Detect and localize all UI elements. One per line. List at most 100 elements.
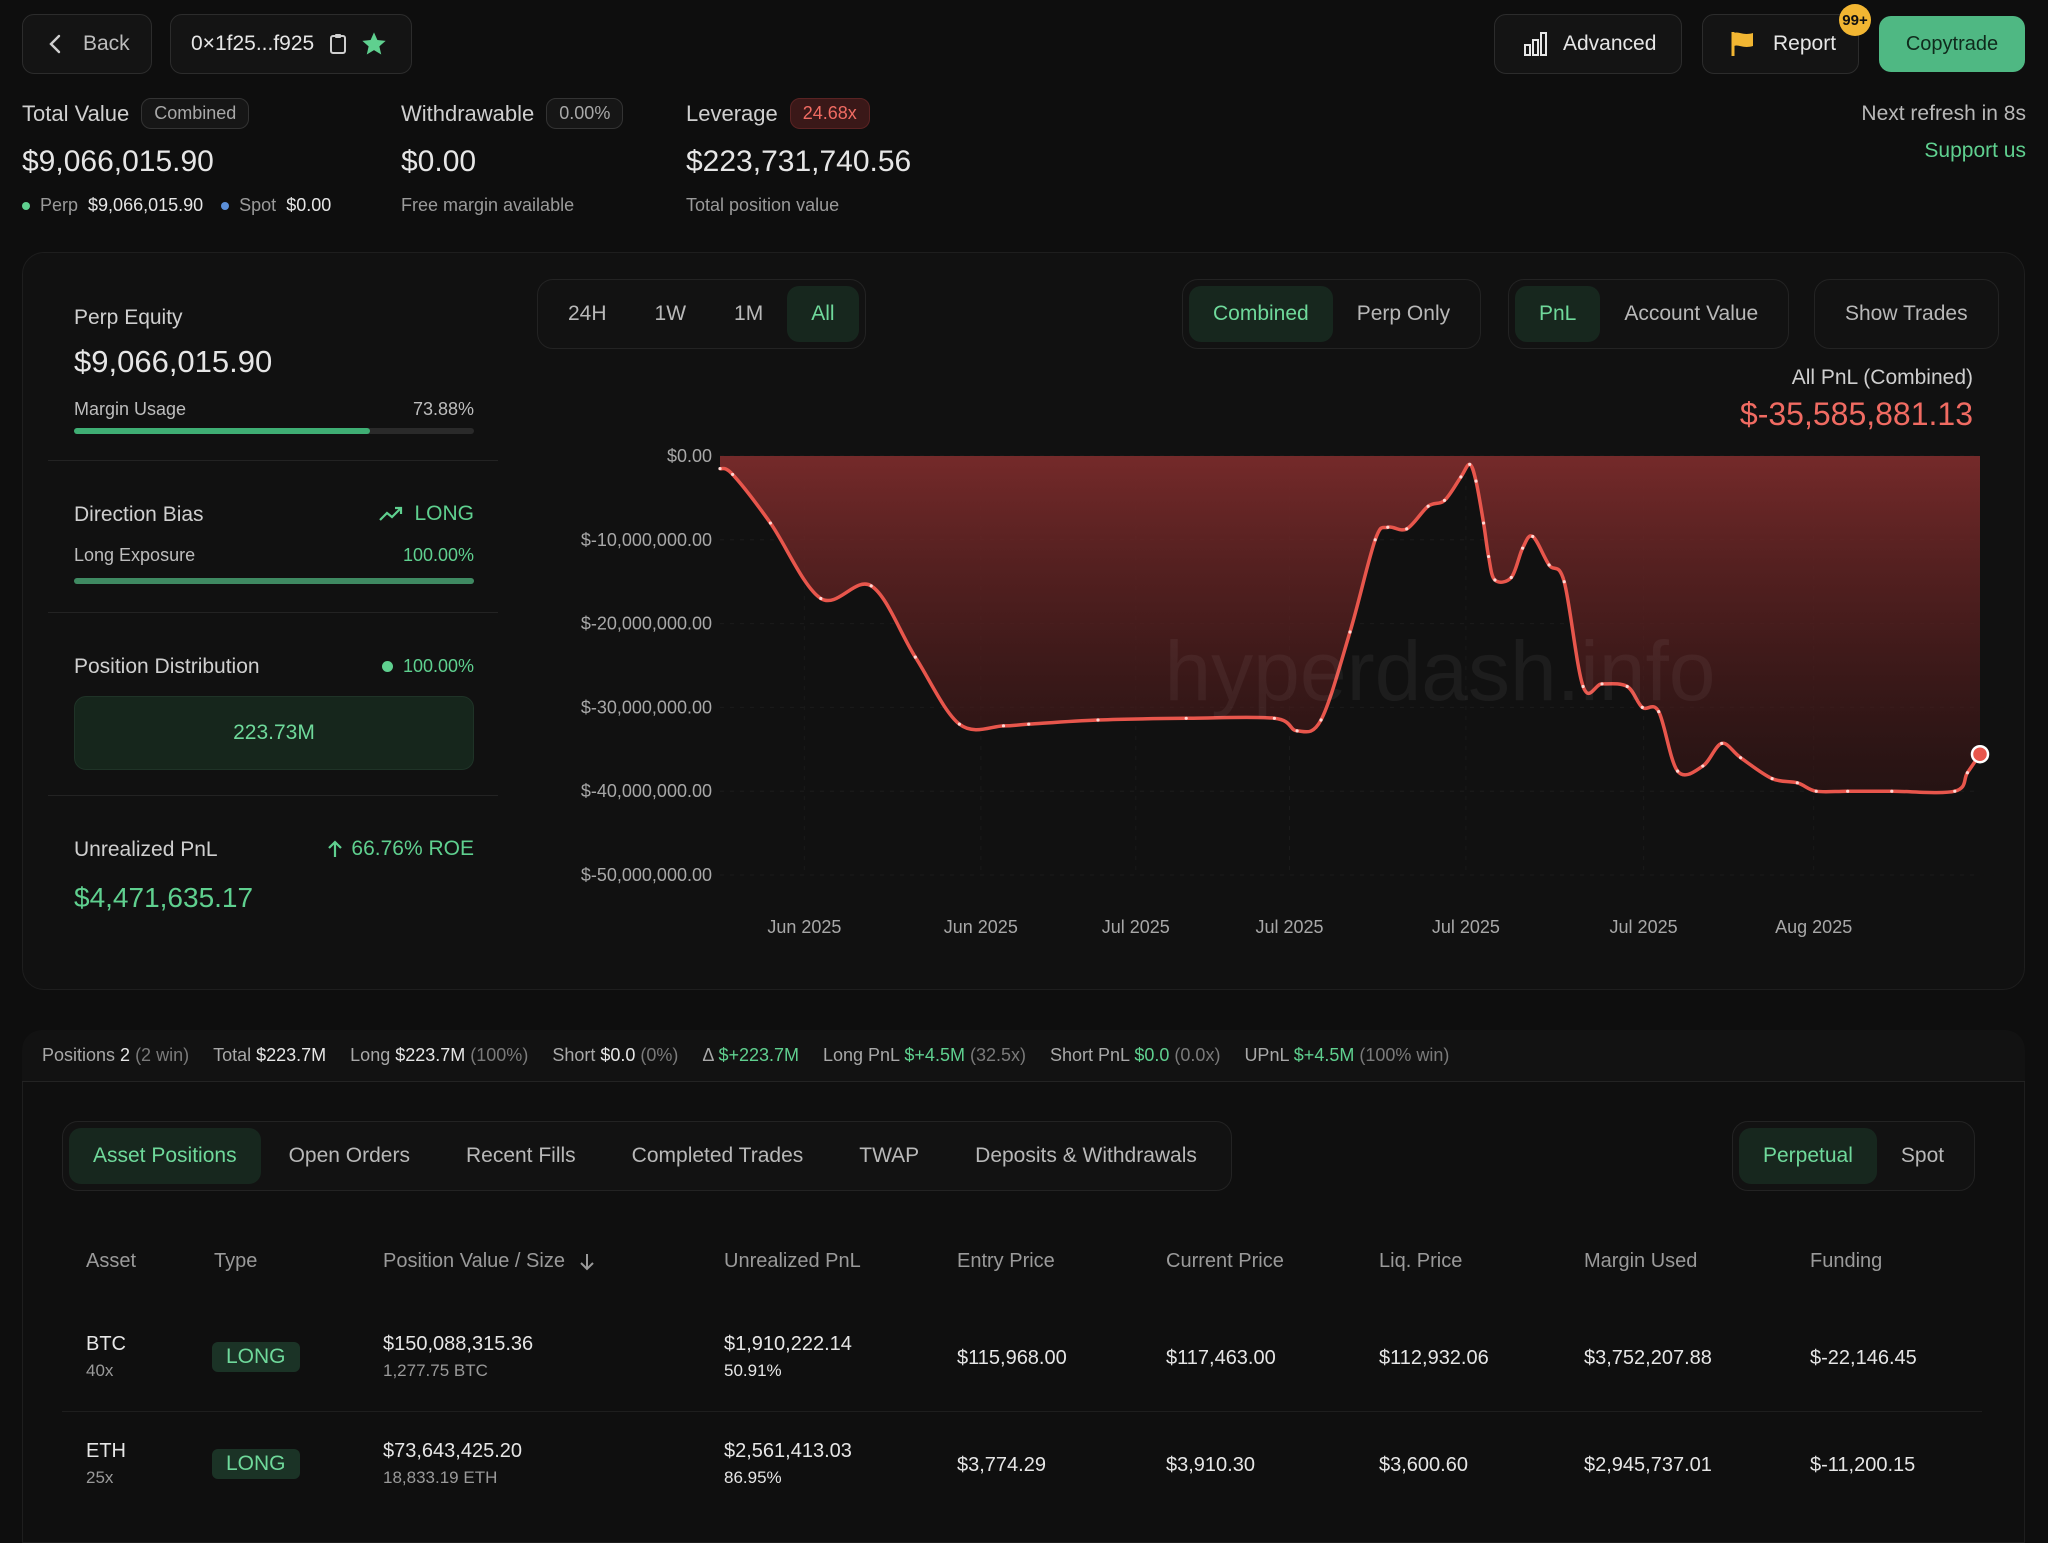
data-point (1487, 554, 1491, 559)
position-value: $150,088,315.36 (383, 1333, 534, 1355)
y-tick-label: $-50,000,000.00 (581, 865, 712, 885)
tab-completed-trades[interactable]: Completed Trades (604, 1128, 832, 1184)
position-distribution-label: Position Distribution (74, 655, 260, 678)
perp-equity-value: $9,066,015.90 (74, 344, 273, 379)
positions-stat-value: $223.7M (395, 1045, 466, 1065)
data-point (1770, 777, 1774, 781)
positions-stat-label: Long PnL (823, 1045, 905, 1065)
data-point (768, 521, 772, 525)
col-entry-price[interactable]: Entry Price (957, 1250, 1055, 1273)
range-all[interactable]: All (787, 286, 859, 342)
data-point (1319, 718, 1323, 722)
col-position-value[interactable]: Position Value / Size (383, 1250, 595, 1273)
positions-stat-value: 2 (120, 1045, 131, 1065)
mode-combined[interactable]: Combined (1189, 286, 1333, 342)
tab-asset-positions[interactable]: Asset Positions (69, 1128, 261, 1184)
copy-icon[interactable] (328, 32, 348, 56)
x-tick-label: Jul 2025 (1610, 917, 1678, 937)
positions-stat-label: Long (350, 1045, 396, 1065)
tab-open-orders[interactable]: Open Orders (261, 1128, 438, 1184)
col-funding[interactable]: Funding (1810, 1250, 1882, 1273)
unrealized-pnl-pct: 86.95% (724, 1468, 782, 1487)
leverage-pill: 24.68x (789, 98, 870, 129)
data-point (1720, 741, 1724, 746)
metric-account-value[interactable]: Account Value (1600, 286, 1782, 342)
copytrade-button[interactable]: Copytrade (1879, 16, 2025, 72)
table-row[interactable]: BTC 40x LONG $150,088,315.36 1,277.75 BT… (62, 1305, 1982, 1412)
withdrawable-block: Withdrawable 0.00% $0.00 Free margin ava… (401, 98, 624, 216)
tab-twap[interactable]: TWAP (831, 1128, 947, 1184)
perp-value: $9,066,015.90 (88, 195, 204, 215)
type-badge: LONG (212, 1342, 300, 1372)
data-point (1890, 789, 1894, 793)
liq-price: $112,932.06 (1379, 1347, 1489, 1369)
copytrade-label: Copytrade (1905, 32, 1999, 55)
data-point (1459, 475, 1463, 479)
positions-stat-value: $+4.5M (1293, 1045, 1355, 1065)
data-point (1521, 546, 1525, 550)
metric-pnl[interactable]: PnL (1515, 286, 1601, 342)
divider (48, 460, 498, 461)
mode-perp-only[interactable]: Perp Only (1333, 286, 1474, 342)
tab-deposits-withdrawals[interactable]: Deposits & Withdrawals (947, 1128, 1225, 1184)
funding: $-22,146.45 (1810, 1347, 1917, 1369)
metric-selector: PnL Account Value (1508, 279, 1790, 349)
margin-used: $3,752,207.88 (1584, 1347, 1712, 1369)
x-tick-label: Jul 2025 (1432, 917, 1500, 937)
market-spot[interactable]: Spot (1877, 1128, 1968, 1184)
support-link[interactable]: Support us (1924, 139, 2026, 163)
trending-up-icon (379, 506, 403, 521)
x-tick-label: Jun 2025 (944, 917, 1018, 937)
unrealized-pnl: $2,561,413.03 (724, 1440, 852, 1462)
margin-usage-bar (74, 428, 474, 434)
y-tick-label: $0.00 (667, 446, 712, 466)
liq-price: $3,600.60 (1379, 1454, 1468, 1476)
col-type[interactable]: Type (214, 1250, 257, 1273)
tab-recent-fills[interactable]: Recent Fills (438, 1128, 604, 1184)
direction-bias-label: Direction Bias (74, 503, 204, 526)
positions-stat: UPnL $+4.5M (100% win) (1244, 1045, 1449, 1066)
col-liq-price[interactable]: Liq. Price (1379, 1250, 1462, 1273)
table-row[interactable]: ETH 25x LONG $73,643,425.20 18,833.19 ET… (62, 1412, 1982, 1519)
total-value: $9,066,015.90 (22, 145, 214, 178)
advanced-button[interactable]: Advanced (1494, 14, 1682, 74)
perp-dot (22, 201, 30, 210)
back-button[interactable]: Back (22, 14, 152, 74)
data-point (1295, 729, 1299, 733)
market-selector: Perpetual Spot (1732, 1121, 1976, 1191)
positions-stat-label: Short (552, 1045, 601, 1065)
unrealized-pnl-value: $4,471,635.17 (74, 882, 254, 913)
market-perpetual[interactable]: Perpetual (1739, 1128, 1877, 1184)
data-point (819, 596, 823, 601)
range-1w[interactable]: 1W (631, 286, 711, 342)
x-tick-label: Aug 2025 (1775, 917, 1852, 937)
sort-down-icon (580, 1253, 594, 1270)
positions-stat-extra: (0.0x) (1169, 1045, 1221, 1065)
show-trades-button[interactable]: Show Trades (1814, 279, 1999, 349)
col-asset[interactable]: Asset (86, 1250, 136, 1273)
positions-stat-value: $223.7M (256, 1045, 327, 1065)
roe-text: 66.76% ROE (351, 837, 474, 860)
data-point (1846, 789, 1850, 793)
col-margin-used[interactable]: Margin Used (1584, 1250, 1697, 1273)
unrealized-pnl: $1,910,222.14 (724, 1333, 852, 1355)
range-1m[interactable]: 1M (710, 286, 787, 342)
star-icon[interactable] (360, 30, 388, 58)
range-24h[interactable]: 24H (544, 286, 631, 342)
positions-stat-label: UPnL (1244, 1045, 1294, 1065)
data-point (1027, 722, 1031, 726)
funding: $-11,200.15 (1810, 1454, 1916, 1476)
margin-used: $2,945,737.01 (1584, 1454, 1712, 1476)
total-value-label: Total Value (22, 100, 130, 126)
positions-stat-extra: (0%) (635, 1045, 679, 1065)
current-value-marker[interactable] (1970, 744, 1990, 764)
y-tick-label: $-20,000,000.00 (581, 614, 712, 634)
col-unrealized-pnl[interactable]: Unrealized PnL (724, 1250, 861, 1273)
positions-stat-label: Total (213, 1045, 257, 1065)
positions-stat: Short $0.0 (0%) (552, 1045, 678, 1066)
back-label: Back (83, 32, 130, 55)
report-button[interactable]: Report (1702, 14, 1859, 74)
long-exposure-value: 100.00% (402, 545, 474, 565)
positions-summary-bar: Positions 2 (2 win) Total $223.7M Long $22… (22, 1030, 2025, 1082)
col-current-price[interactable]: Current Price (1166, 1250, 1284, 1273)
